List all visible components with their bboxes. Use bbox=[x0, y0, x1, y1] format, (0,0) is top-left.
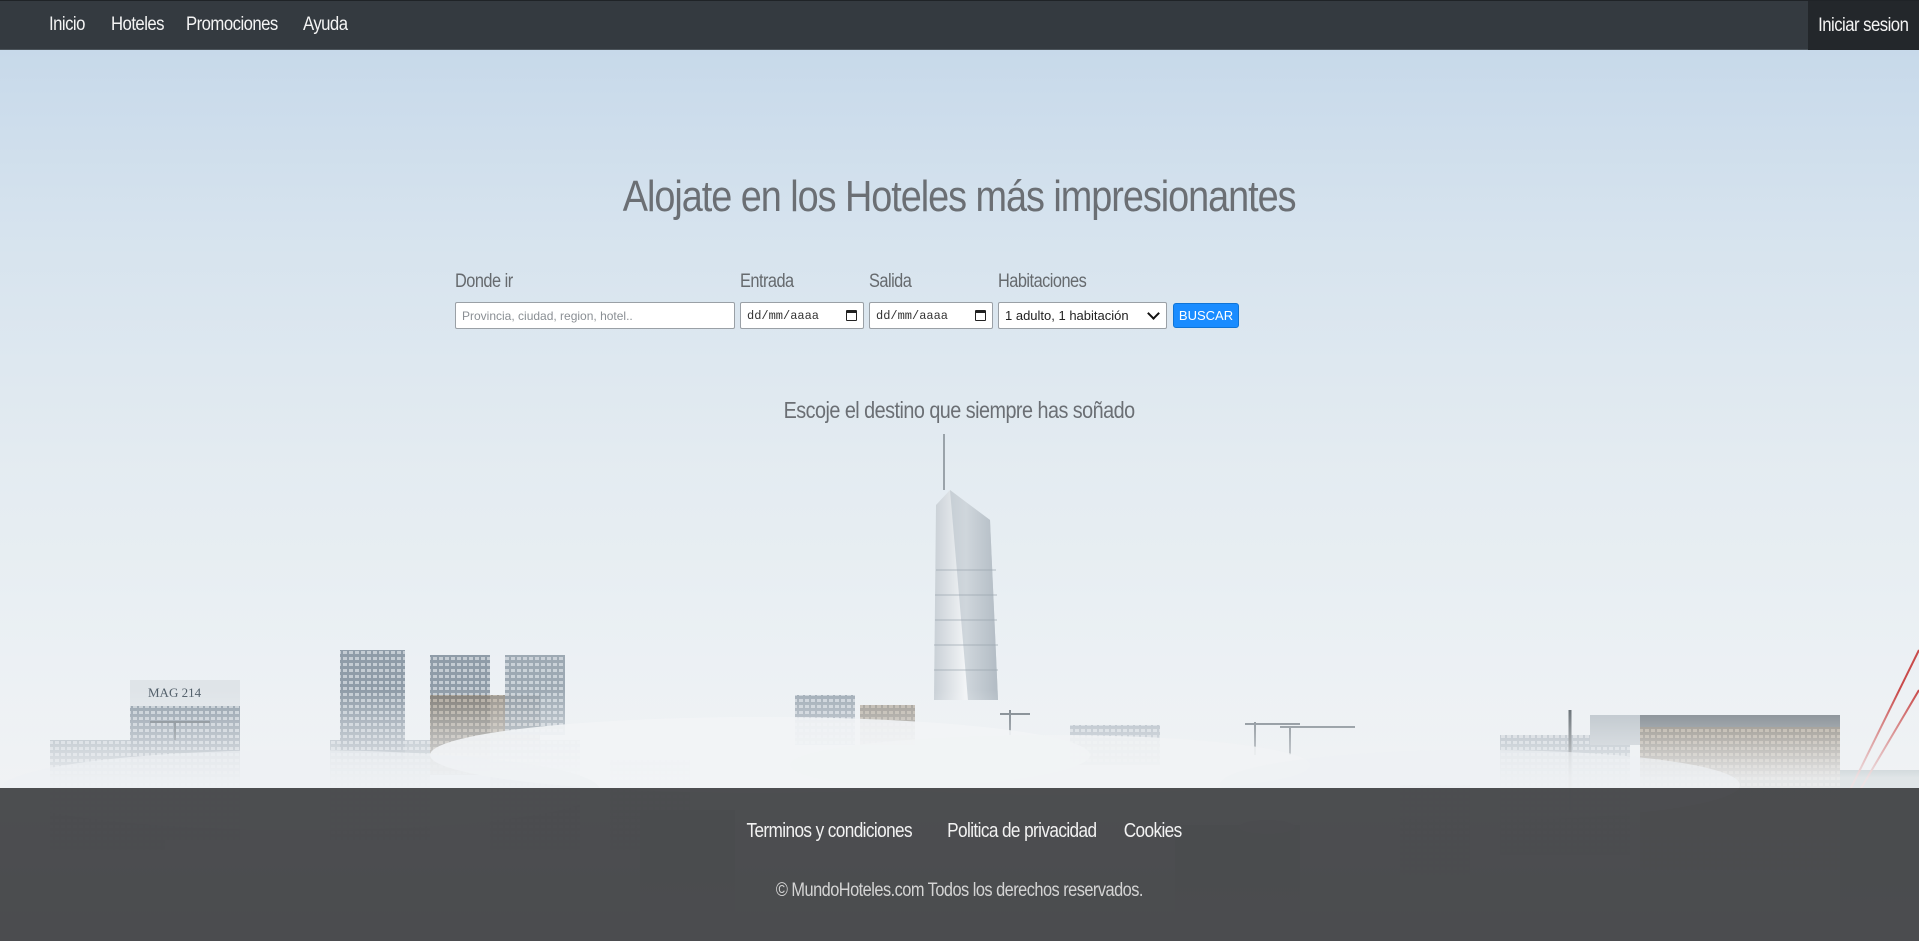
hero-subtitle: Escoje el destino que siempre has soñado bbox=[0, 397, 1919, 424]
footer-links: Terminos y condiciones Politica de priva… bbox=[0, 820, 1919, 843]
login-button[interactable]: Iniciar sesion bbox=[1808, 1, 1919, 50]
rooms-select[interactable]: 1 adulto, 1 habitación bbox=[998, 302, 1167, 329]
nav-item-promociones[interactable]: Promociones bbox=[186, 14, 278, 36]
rooms-label: Habitaciones bbox=[998, 271, 1101, 293]
hero-subtitle-text: Escoje el destino que siempre has soñado bbox=[783, 397, 1136, 423]
checkin-label-text: Entrada bbox=[740, 271, 794, 292]
calendar-icon[interactable] bbox=[975, 310, 986, 321]
footer-link-privacy-label: Politica de privacidad bbox=[947, 820, 1097, 842]
page-title-text: Alojate en los Hoteles más impresionante… bbox=[623, 172, 1297, 221]
checkin-date-input[interactable]: dd/mm/aaaa bbox=[740, 302, 864, 329]
footer-link-cookies[interactable]: Cookies bbox=[1119, 820, 1186, 843]
where-label: Donde ir bbox=[455, 271, 522, 293]
nav-item-ayuda[interactable]: Ayuda bbox=[303, 14, 348, 36]
chevron-down-icon bbox=[1147, 307, 1160, 320]
checkout-date-input[interactable]: dd/mm/aaaa bbox=[869, 302, 993, 329]
search-button[interactable]: BUSCAR bbox=[1173, 303, 1239, 328]
checkout-label-text: Salida bbox=[869, 271, 912, 292]
destination-placeholder: Provincia, ciudad, region, hotel.. bbox=[462, 308, 633, 323]
footer: Terminos y condiciones Politica de priva… bbox=[0, 788, 1919, 941]
footer-link-cookies-label: Cookies bbox=[1123, 820, 1183, 842]
copyright-text: © MundoHoteles.com Todos los derechos re… bbox=[775, 880, 1144, 901]
checkin-label: Entrada bbox=[740, 271, 802, 293]
destination-input[interactable]: Provincia, ciudad, region, hotel.. bbox=[455, 302, 735, 329]
footer-link-terms[interactable]: Terminos y condiciones bbox=[733, 820, 925, 843]
rooms-label-text: Habitaciones bbox=[998, 271, 1087, 292]
top-navbar: Inicio Hoteles Promociones Ayuda Iniciar… bbox=[0, 0, 1919, 50]
checkout-date-value: dd/mm/aaaa bbox=[876, 308, 949, 323]
rooms-select-value: 1 adulto, 1 habitación bbox=[1005, 308, 1129, 323]
login-button-label: Iniciar sesion bbox=[1818, 14, 1909, 36]
calendar-icon[interactable] bbox=[846, 310, 857, 321]
footer-link-privacy[interactable]: Politica de privacidad bbox=[935, 820, 1109, 843]
checkin-date-value: dd/mm/aaaa bbox=[747, 308, 820, 323]
copyright-notice: © MundoHoteles.com Todos los derechos re… bbox=[0, 880, 1919, 902]
checkout-label: Salida bbox=[869, 271, 918, 293]
footer-link-terms-label: Terminos y condiciones bbox=[746, 820, 912, 842]
page-title: Alojate en los Hoteles más impresionante… bbox=[0, 172, 1919, 222]
where-label-text: Donde ir bbox=[455, 271, 513, 292]
nav-item-inicio[interactable]: Inicio bbox=[49, 14, 85, 36]
nav-item-hoteles[interactable]: Hoteles bbox=[111, 14, 165, 36]
